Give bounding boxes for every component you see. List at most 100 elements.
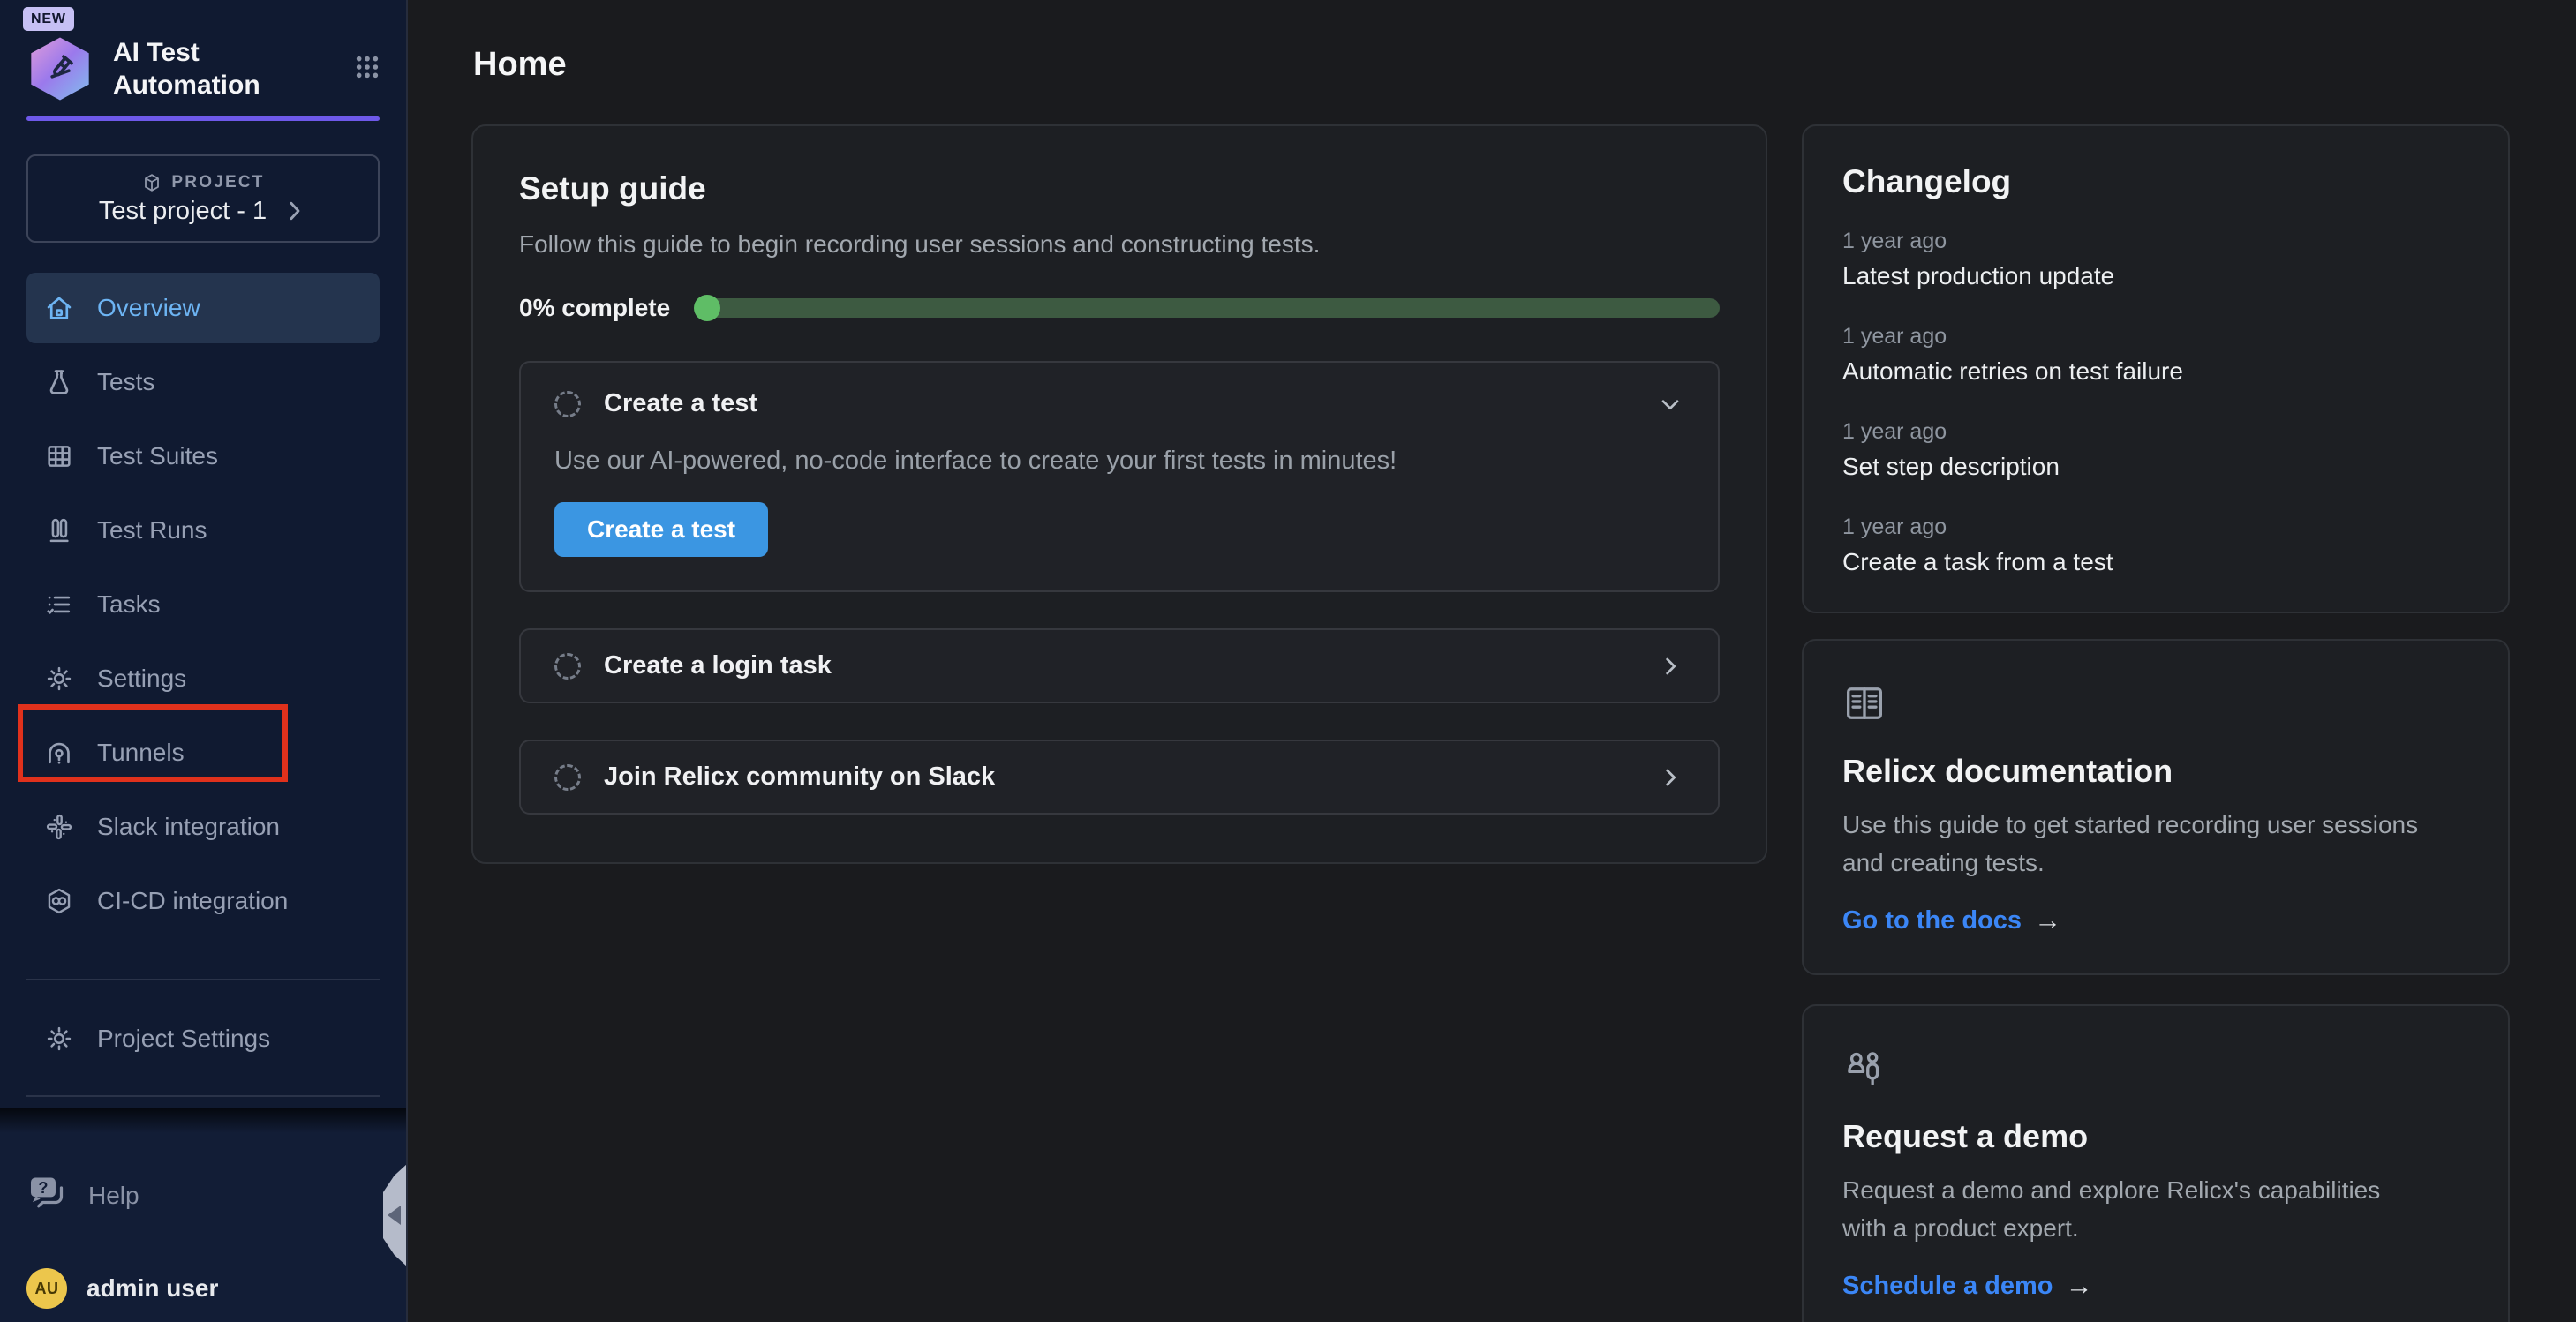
changelog-entry: 1 year ago Automatic retries on test fai… [1842,324,2469,386]
changelog-entry-title: Set step description [1842,453,2469,481]
link-label[interactable]: Go to the docs [1842,906,2022,935]
sidebar-item-label: Test Suites [97,442,218,470]
link-label[interactable]: Schedule a demo [1842,1272,2053,1301]
step-description: Use our AI-powered, no-code interface to… [554,447,1684,476]
sidebar-item-settings[interactable]: Settings [26,643,380,714]
gear-icon [44,664,74,694]
sidebar-item-label: Tests [97,368,154,396]
user-menu[interactable]: AU admin user [26,1268,380,1309]
svg-text:?: ? [38,1179,48,1197]
app-title: AI Test Automation [113,36,298,101]
slack-icon [44,812,74,842]
chevron-down-icon [1656,390,1684,418]
sidebar-item-tests[interactable]: Tests [26,347,380,417]
project-label: PROJECT [171,173,264,192]
chevron-right-icon [281,198,307,224]
project-selector[interactable]: PROJECT Test project - 1 [26,154,380,243]
changelog-card: Changelog 1 year ago Latest production u… [1802,124,2510,613]
schedule-demo-link[interactable]: Schedule a demo → [1842,1270,2469,1302]
sidebar-item-test-runs[interactable]: Test Runs [26,495,380,566]
setup-guide-card: Setup guide Follow this guide to begin r… [471,124,1767,864]
test-runs-icon [44,515,74,545]
sidebar-item-label: Slack integration [97,813,280,841]
project-name: Test project - 1 [99,197,267,226]
sidebar-item-tunnels[interactable]: Tunnels [26,717,380,788]
progress-bar [697,298,1720,318]
new-badge: NEW [23,7,74,31]
sidebar-item-label: Test Runs [97,516,207,545]
setup-step-create-login-task[interactable]: Create a login task [519,628,1720,703]
changelog-entry-title: Automatic retries on test failure [1842,357,2469,386]
sidebar-item-project-settings[interactable]: Project Settings [26,1003,380,1074]
chevron-right-icon [1656,763,1684,792]
changelog-time: 1 year ago [1842,515,2469,540]
book-icon [1842,681,1887,725]
step-title: Create a login task [604,651,832,680]
test-tube-icon [41,49,79,88]
demo-description: Request a demo and explore Relicx's capa… [1842,1171,2425,1247]
setup-guide-description: Follow this guide to begin recording use… [519,230,1720,259]
sidebar-item-label: Tunnels [97,739,185,767]
changelog-entry: 1 year ago Create a task from a test [1842,515,2469,576]
sidebar-item-label: Tasks [97,590,161,619]
app-switcher-grid-icon[interactable] [353,53,381,86]
incomplete-step-icon [554,764,581,791]
sidebar: NEW AI Test Automation [0,0,408,1322]
arrow-right-icon: → [2034,905,2061,936]
step-title: Join Relicx community on Slack [604,762,995,792]
accent-divider [26,116,380,121]
sidebar-footer: ? Help AU admin user [0,1133,406,1322]
sidebar-item-test-suites[interactable]: Test Suites [26,421,380,492]
help-button[interactable]: ? Help [26,1172,380,1219]
help-label: Help [88,1182,139,1210]
gear-icon [44,1024,74,1054]
cube-icon [141,172,162,193]
changelog-title: Changelog [1842,163,2469,200]
changelog-time: 1 year ago [1842,419,2469,445]
changelog-time: 1 year ago [1842,229,2469,254]
incomplete-step-icon [554,653,581,680]
setup-progress: 0% complete [519,294,1720,322]
people-icon [1842,1047,1887,1091]
progress-indicator-dot [694,295,720,321]
home-icon [44,293,74,323]
tasks-icon [44,590,74,620]
changelog-entry-title: Latest production update [1842,262,2469,290]
sidebar-item-label: CI-CD integration [97,887,288,915]
documentation-description: Use this guide to get started recording … [1842,806,2425,882]
sidebar-item-label: Settings [97,665,186,693]
documentation-title: Relicx documentation [1842,753,2469,790]
tunnel-icon [44,738,74,768]
create-a-test-button[interactable]: Create a test [554,502,768,557]
step-header-create-a-test[interactable]: Create a test [554,389,1684,418]
user-name: admin user [87,1274,218,1303]
documentation-card: Relicx documentation Use this guide to g… [1802,639,2510,975]
page-title: Home [473,46,2510,84]
sidebar-divider [26,1095,380,1097]
right-panel: Changelog 1 year ago Latest production u… [1802,124,2510,1322]
sidebar-item-label: Project Settings [97,1025,270,1053]
table-icon [44,441,74,471]
setup-step-create-a-test: Create a test Use our AI-powered, no-cod… [519,361,1720,592]
changelog-entry: 1 year ago Set step description [1842,419,2469,481]
sidebar-item-tasks[interactable]: Tasks [26,569,380,640]
demo-title: Request a demo [1842,1118,2469,1155]
request-demo-card: Request a demo Request a demo and explor… [1802,1004,2510,1322]
setup-step-join-slack-community[interactable]: Join Relicx community on Slack [519,740,1720,815]
help-chat-icon: ? [26,1172,67,1219]
chevron-right-icon [1656,652,1684,680]
sidebar-item-cicd-integration[interactable]: CI-CD integration [26,866,380,936]
changelog-time: 1 year ago [1842,324,2469,349]
progress-label: 0% complete [519,294,670,322]
go-to-docs-link[interactable]: Go to the docs → [1842,905,2469,936]
collapse-arrow-icon [388,1206,401,1225]
main-content: Home Setup guide Follow this guide to be… [408,0,2576,1322]
incomplete-step-icon [554,391,581,417]
sidebar-item-overview[interactable]: Overview [26,273,380,343]
scroll-shadow [0,1108,406,1133]
setup-guide-title: Setup guide [519,170,1720,207]
sidebar-item-slack-integration[interactable]: Slack integration [26,792,380,862]
arrow-right-icon: → [2066,1270,2093,1302]
step-title: Create a test [604,389,757,418]
changelog-entry-title: Create a task from a test [1842,548,2469,576]
